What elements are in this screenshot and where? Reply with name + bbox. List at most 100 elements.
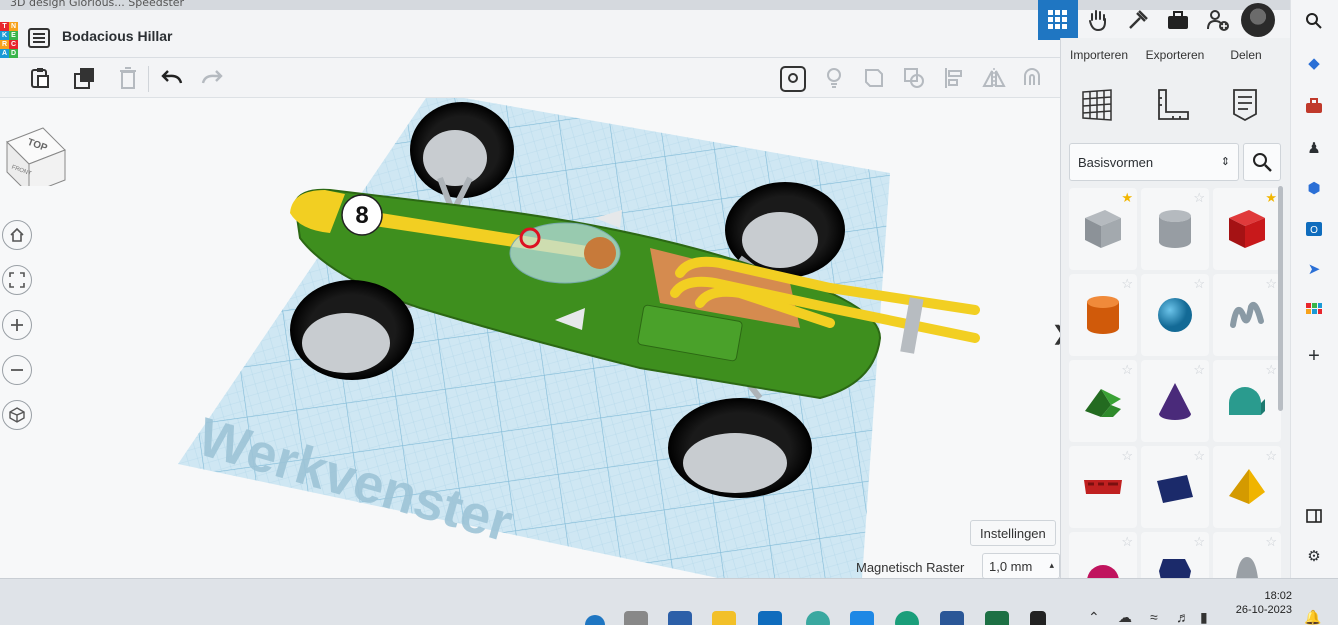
shape-box-striped[interactable]: ★ — [1069, 188, 1137, 270]
favorite-star-icon[interactable]: ☆ — [1265, 362, 1277, 378]
file-explorer-icon[interactable] — [712, 611, 736, 625]
zoom-in-icon[interactable] — [2, 310, 32, 340]
shape-category-select[interactable]: Basisvormen ⇕ — [1069, 143, 1239, 181]
shape-cone[interactable]: ☆ — [1141, 360, 1209, 442]
sidebar-toggle-icon[interactable] — [1303, 505, 1325, 527]
view-cube[interactable]: TOP FRONT — [5, 116, 67, 196]
chess-icon[interactable]: ♟ — [1303, 137, 1325, 159]
notes-icon[interactable] — [780, 66, 806, 92]
favorite-star-icon[interactable]: ★ — [1121, 190, 1133, 206]
favorite-star-icon[interactable]: ☆ — [1121, 448, 1133, 464]
taskbar-app-icon[interactable] — [585, 615, 605, 625]
export-button[interactable]: Exporteren — [1137, 38, 1213, 74]
workplane-area[interactable]: Werkvenster 8 TOP FRONT — [0, 98, 1060, 578]
favorite-star-icon[interactable]: ☆ — [1265, 534, 1277, 550]
panel-action-tabs: Importeren Exporteren Delen — [1061, 38, 1291, 74]
taskbar-app-icon[interactable] — [850, 611, 874, 625]
cruise-magnet-icon[interactable] — [1020, 66, 1044, 90]
share-button[interactable]: Delen — [1213, 38, 1279, 74]
favorite-star-icon[interactable]: ☆ — [1121, 362, 1133, 378]
shape-prism[interactable]: ☆ — [1141, 446, 1209, 528]
add-icon[interactable]: + — [1303, 345, 1325, 367]
workplane-canvas[interactable]: Werkvenster 8 — [0, 98, 1060, 578]
favorite-star-icon[interactable]: ☆ — [1193, 190, 1205, 206]
tag-icon[interactable]: ◆ — [1303, 52, 1325, 74]
gear-icon[interactable]: ⚙ — [1303, 545, 1325, 567]
favorite-star-icon[interactable]: ☆ — [1193, 448, 1205, 464]
copilot-icon[interactable]: ⬢ — [1303, 177, 1325, 199]
outlook-taskbar-icon[interactable] — [758, 611, 782, 625]
delete-icon[interactable] — [116, 66, 140, 90]
office-apps-icon[interactable] — [1303, 300, 1325, 322]
word-icon[interactable] — [940, 611, 964, 625]
user-avatar[interactable] — [1238, 0, 1278, 40]
favorite-star-icon[interactable]: ☆ — [1193, 534, 1205, 550]
excel-icon[interactable] — [985, 611, 1009, 625]
wifi-icon[interactable]: ≈ — [1150, 609, 1158, 625]
shapes-panel: Importeren Exporteren Delen Basisvormen … — [1060, 38, 1291, 614]
workplane-icon[interactable] — [1081, 88, 1113, 127]
briefcase-icon[interactable] — [1158, 0, 1198, 40]
favorite-star-icon[interactable]: ☆ — [1121, 276, 1133, 292]
perspective-icon[interactable] — [2, 400, 32, 430]
undo-icon[interactable] — [160, 66, 184, 90]
favorite-star-icon[interactable]: ☆ — [1193, 362, 1205, 378]
home-view-icon[interactable] — [2, 220, 32, 250]
hand-play-icon[interactable] — [1078, 0, 1118, 40]
cloud-icon[interactable]: ☁ — [1118, 609, 1132, 625]
shape-roof[interactable]: ☆ — [1069, 360, 1137, 442]
chevron-up-icon[interactable]: ⌃ — [1088, 609, 1100, 625]
mirror-icon[interactable] — [982, 66, 1006, 90]
design-title[interactable]: Bodacious Hillar — [62, 28, 172, 44]
ruler-icon[interactable] — [1156, 88, 1190, 127]
paste-icon[interactable] — [28, 66, 52, 90]
zoom-out-icon[interactable] — [2, 355, 32, 385]
favorite-star-icon[interactable]: ☆ — [1121, 534, 1133, 550]
notification-bell-icon[interactable]: 🔔 — [1304, 609, 1321, 625]
driver-helmet — [584, 237, 616, 269]
align-icon[interactable] — [942, 66, 966, 90]
import-button[interactable]: Importeren — [1061, 38, 1137, 74]
tinkercad-logo[interactable]: T N K E R C A D — [0, 22, 18, 58]
settings-button[interactable]: Instellingen — [970, 520, 1056, 546]
shape-pyramid[interactable]: ☆ — [1213, 446, 1281, 528]
shapes-scrollbar[interactable] — [1278, 186, 1283, 411]
taskbar-app-icon[interactable] — [1030, 611, 1046, 625]
favorite-star-icon[interactable]: ☆ — [1265, 276, 1277, 292]
taskbar-app-icon[interactable] — [624, 611, 648, 625]
shape-round-roof[interactable]: ☆ — [1213, 360, 1281, 442]
outlook-icon[interactable]: O — [1303, 218, 1325, 240]
favorite-star-icon[interactable]: ★ — [1265, 190, 1277, 206]
snap-grid-select[interactable]: 1,0 mm ▴ — [982, 553, 1060, 579]
edge-browser-icon[interactable] — [895, 611, 919, 625]
favorite-star-icon[interactable]: ☆ — [1265, 448, 1277, 464]
clock[interactable]: 18:02 26-10-2023 — [1232, 589, 1292, 617]
ungroup-icon[interactable] — [902, 66, 926, 90]
build-hammer-icon[interactable] — [1118, 0, 1158, 40]
search-icon[interactable] — [1303, 10, 1325, 32]
design-menu-icon[interactable] — [28, 28, 50, 48]
battery-icon[interactable]: ▮ — [1200, 609, 1208, 625]
taskbar-app-icon[interactable] — [668, 611, 692, 625]
group-icon[interactable] — [862, 66, 886, 90]
toolbox-icon[interactable] — [1303, 95, 1325, 117]
duplicate-icon[interactable] — [73, 66, 97, 90]
redo-icon[interactable] — [200, 66, 224, 90]
add-user-icon[interactable] — [1198, 0, 1238, 40]
favorite-star-icon[interactable]: ☆ — [1193, 276, 1205, 292]
taskbar-app-icon[interactable] — [806, 611, 830, 625]
send-icon[interactable]: ➤ — [1303, 258, 1325, 280]
shape-box[interactable]: ★ — [1213, 188, 1281, 270]
grid-view-icon[interactable] — [1038, 0, 1078, 40]
fit-view-icon[interactable] — [2, 265, 32, 295]
shape-scribble[interactable]: ☆ — [1213, 274, 1281, 356]
browser-tab-title[interactable]: 3D design Glorious... Speedster — [10, 0, 184, 9]
volume-icon[interactable]: ♬ — [1176, 609, 1190, 625]
shape-search-button[interactable] — [1243, 143, 1281, 181]
shape-cylinder-striped[interactable]: ☆ — [1141, 188, 1209, 270]
shape-text[interactable]: ☆ — [1069, 446, 1137, 528]
notes-panel-icon[interactable] — [1231, 88, 1259, 127]
light-bulb-icon[interactable] — [822, 66, 846, 90]
shape-cylinder[interactable]: ☆ — [1069, 274, 1137, 356]
shape-sphere[interactable]: ☆ — [1141, 274, 1209, 356]
